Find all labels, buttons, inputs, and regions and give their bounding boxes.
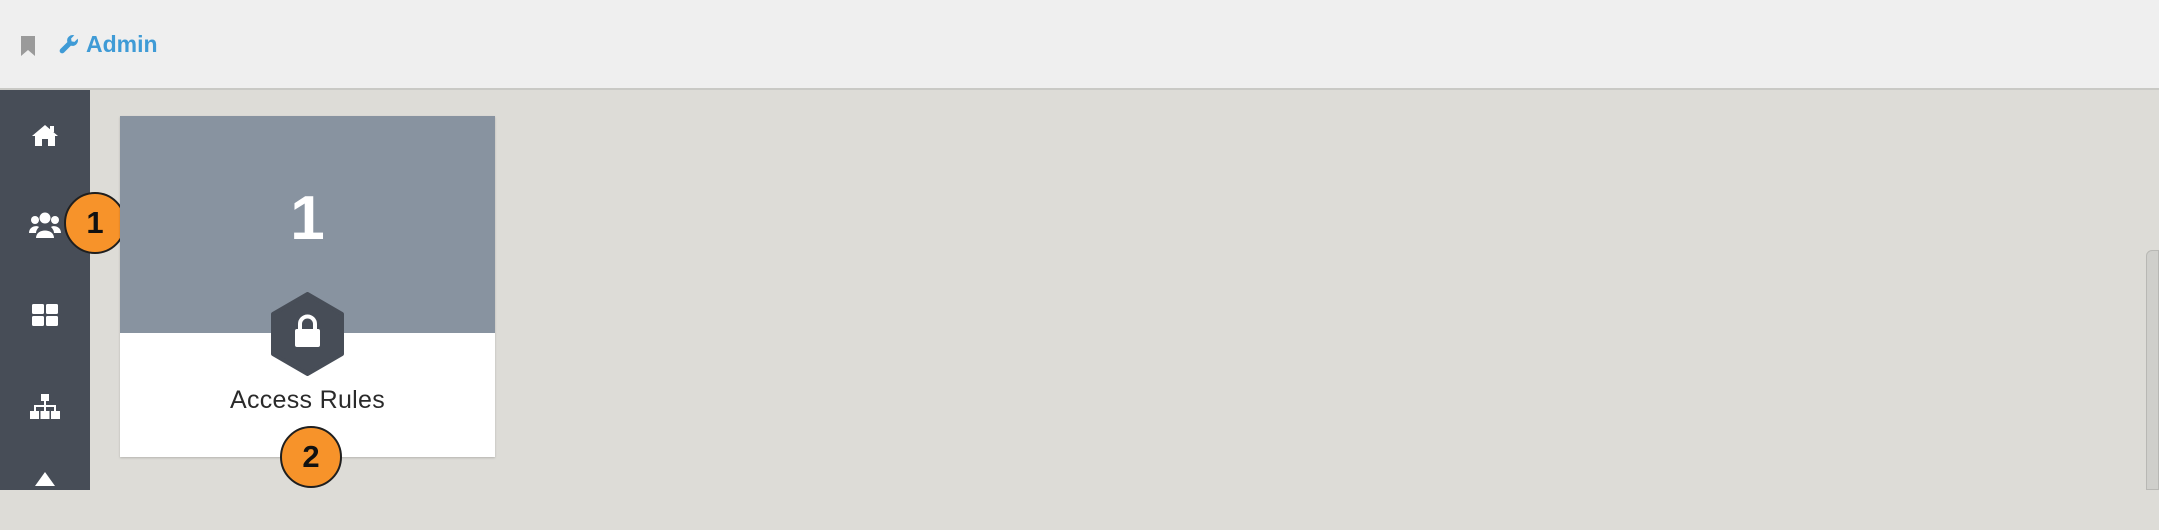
annotation-badge-2: 2	[280, 426, 342, 488]
sidebar-item-hierarchy[interactable]	[0, 372, 90, 442]
top-bar: Admin	[0, 0, 2159, 90]
sidebar-item-home[interactable]	[0, 100, 90, 170]
lock-icon	[271, 292, 344, 376]
breadcrumb-admin-link[interactable]: Admin	[58, 28, 158, 60]
home-icon	[32, 125, 58, 146]
sidebar-item-more[interactable]	[0, 460, 90, 530]
bookmark-icon[interactable]	[20, 35, 36, 57]
grid-icon	[32, 304, 58, 326]
scrollbar[interactable]	[2146, 250, 2159, 490]
wrench-icon	[59, 35, 78, 54]
access-rules-tile[interactable]: 1 Access Rules	[120, 116, 495, 457]
tile-label: Access Rules	[229, 386, 386, 414]
users-icon	[29, 212, 61, 238]
breadcrumb-admin-label: Admin	[86, 30, 158, 57]
up-arrow-icon	[35, 472, 55, 486]
sidebar-item-dashboard[interactable]	[0, 280, 90, 350]
annotation-badge-1: 1	[64, 192, 126, 254]
tile-count: 1	[290, 184, 325, 253]
sitemap-icon	[30, 394, 60, 419]
sidebar	[0, 90, 90, 490]
